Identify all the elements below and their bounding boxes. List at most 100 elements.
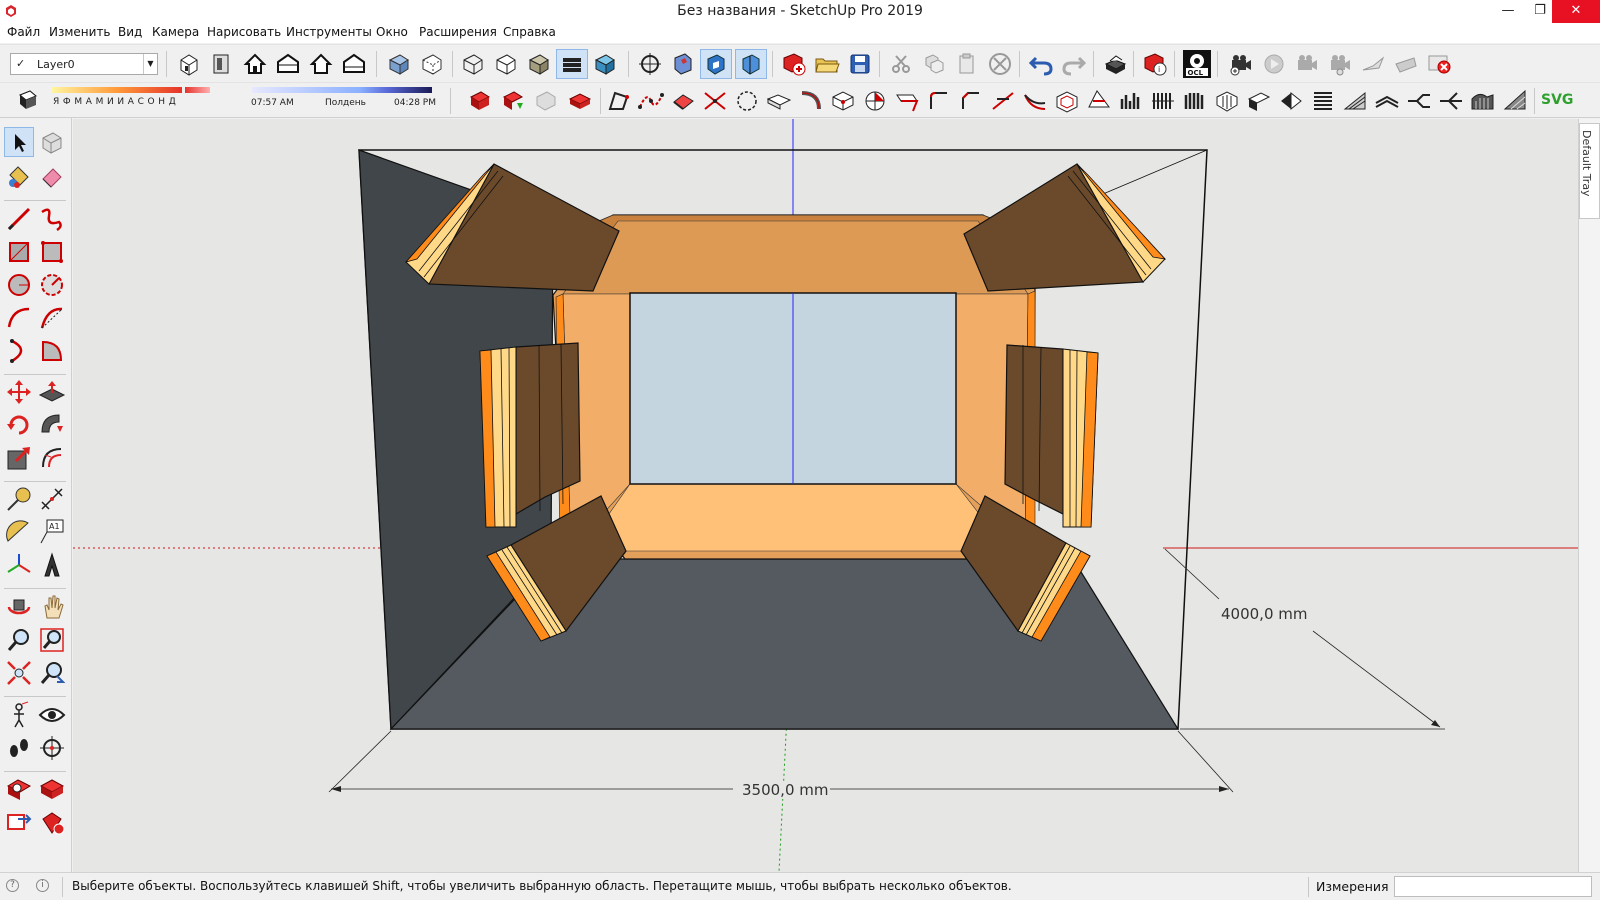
minimize-icon[interactable]: —	[1492, 0, 1524, 23]
menu-tools[interactable]: Инструменты	[286, 25, 372, 39]
plugin-circle-icon[interactable]	[733, 87, 761, 115]
3d-text-icon[interactable]	[37, 550, 67, 580]
plugin-path-icon[interactable]	[1405, 87, 1433, 115]
plugin-box-icon[interactable]	[829, 87, 857, 115]
menu-camera[interactable]: Камера	[152, 25, 199, 39]
circle-tool-icon[interactable]	[4, 270, 34, 300]
shaded-icon[interactable]	[525, 50, 553, 78]
freehand-tool-icon[interactable]	[37, 204, 67, 234]
text-tool-icon[interactable]: A1	[37, 517, 67, 547]
pan-hand-icon[interactable]	[37, 592, 67, 622]
animation-play-icon[interactable]	[1260, 50, 1288, 78]
move-tool-icon[interactable]	[4, 377, 34, 407]
chevron-down-icon[interactable]: ▼	[143, 54, 157, 74]
model-viewport[interactable]: 3500,0 mm 4000,0 mm	[73, 119, 1578, 872]
layout-send-icon[interactable]	[4, 807, 34, 837]
measurements-input[interactable]	[1394, 876, 1592, 897]
rotate-tool-icon[interactable]	[4, 410, 34, 440]
wireframe-icon[interactable]	[459, 50, 487, 78]
plugin-slice-icon[interactable]	[1085, 87, 1113, 115]
menu-draw[interactable]: Нарисовать	[207, 25, 281, 39]
plugin-bezier-icon[interactable]	[637, 87, 665, 115]
plugin-extend-icon[interactable]	[989, 87, 1017, 115]
zoom-window-icon[interactable]	[37, 625, 67, 655]
two-point-arc-icon[interactable]	[37, 303, 67, 333]
geo-location-icon[interactable]: ?	[6, 879, 19, 892]
undo-icon[interactable]	[1027, 50, 1055, 78]
share-component-icon[interactable]	[533, 87, 561, 115]
extension-warehouse-icon[interactable]	[566, 87, 594, 115]
make-component-icon[interactable]	[37, 128, 67, 158]
plugin-sphere-icon[interactable]	[861, 87, 889, 115]
plugin-mirror-icon[interactable]	[1277, 87, 1305, 115]
push-pull-icon[interactable]	[37, 377, 67, 407]
line-tool-icon[interactable]	[4, 204, 34, 234]
rectangle-tool-icon[interactable]	[4, 237, 34, 267]
polygon-tool-icon[interactable]	[37, 270, 67, 300]
section-display-icon[interactable]	[669, 50, 697, 78]
svg-export-button[interactable]: SVG	[1541, 92, 1573, 108]
plugin-face-icon[interactable]	[765, 87, 793, 115]
top-view-icon[interactable]	[208, 50, 236, 78]
pie-tool-icon[interactable]	[37, 336, 67, 366]
new-model-icon[interactable]	[780, 50, 808, 78]
front-view-icon[interactable]	[241, 50, 269, 78]
plugin-bars-icon[interactable]	[1117, 87, 1145, 115]
time-slider[interactable]	[252, 87, 432, 93]
follow-me-icon[interactable]	[37, 410, 67, 440]
arc-tool-icon[interactable]	[4, 303, 34, 333]
plugin-edge-tool-icon[interactable]	[669, 87, 697, 115]
rotated-rectangle-icon[interactable]	[37, 237, 67, 267]
back-view-icon[interactable]	[307, 50, 335, 78]
zoom-extents-icon[interactable]	[4, 658, 34, 688]
plugin-polyline-icon[interactable]	[605, 87, 633, 115]
left-view-icon[interactable]	[340, 50, 368, 78]
plugin-slope-icon[interactable]	[1501, 87, 1529, 115]
menu-help[interactable]: Справка	[503, 25, 556, 39]
menu-extensions[interactable]: Расширения	[419, 25, 497, 39]
xray-icon[interactable]	[385, 50, 413, 78]
plugin-follow-me-icon[interactable]	[1021, 87, 1049, 115]
extension-warehouse-ruby-icon[interactable]	[37, 807, 67, 837]
monochrome-icon[interactable]	[591, 50, 619, 78]
dimension-tool-icon[interactable]	[37, 484, 67, 514]
layer-select[interactable]: ✓ Layer0 ▼	[10, 53, 158, 75]
share-model-icon[interactable]	[500, 87, 528, 115]
default-tray[interactable]: Default Tray	[1578, 119, 1600, 872]
paste-icon[interactable]	[953, 50, 981, 78]
previous-view-icon[interactable]	[37, 658, 67, 688]
axes-tool-icon[interactable]	[4, 550, 34, 580]
tray-tab[interactable]: Default Tray	[1579, 123, 1600, 219]
info-icon[interactable]: i	[36, 879, 49, 892]
copy-icon[interactable]	[920, 50, 948, 78]
section-plane-tool-icon[interactable]	[37, 733, 67, 763]
warehouse-icon[interactable]	[467, 87, 495, 115]
plugin-chamfer-icon[interactable]	[957, 87, 985, 115]
plugin-roof-icon[interactable]	[1373, 87, 1401, 115]
menu-view[interactable]: Вид	[118, 25, 142, 39]
extension-manager-icon[interactable]	[37, 774, 67, 804]
plugin-terrain-icon[interactable]	[1469, 87, 1497, 115]
iso-view-icon[interactable]	[175, 50, 203, 78]
print-icon[interactable]	[1101, 50, 1129, 78]
plugin-surface-icon[interactable]	[1245, 87, 1273, 115]
section-plane-icon[interactable]	[636, 50, 664, 78]
plugin-intersect-icon[interactable]	[701, 87, 729, 115]
plugin-curve-icon[interactable]	[1213, 87, 1241, 115]
erase-icon[interactable]	[986, 50, 1014, 78]
offset-tool-icon[interactable]	[37, 443, 67, 473]
right-view-icon[interactable]	[274, 50, 302, 78]
menu-edit[interactable]: Изменить	[49, 25, 111, 39]
select-tool[interactable]	[4, 127, 34, 157]
animation-camera-icon[interactable]	[1293, 50, 1321, 78]
plugin-stairs-icon[interactable]	[1309, 87, 1337, 115]
plugin-loft-icon[interactable]	[1149, 87, 1177, 115]
three-point-arc-icon[interactable]	[4, 336, 34, 366]
open-folder-icon[interactable]	[813, 50, 841, 78]
plugin-shell-icon[interactable]	[1053, 87, 1081, 115]
3d-warehouse-icon[interactable]	[4, 774, 34, 804]
walk-footprints-icon[interactable]	[4, 733, 34, 763]
model-info-icon[interactable]: i	[1141, 50, 1169, 78]
scale-tool-icon[interactable]	[4, 443, 34, 473]
plugin-extrude-icon[interactable]	[893, 87, 921, 115]
